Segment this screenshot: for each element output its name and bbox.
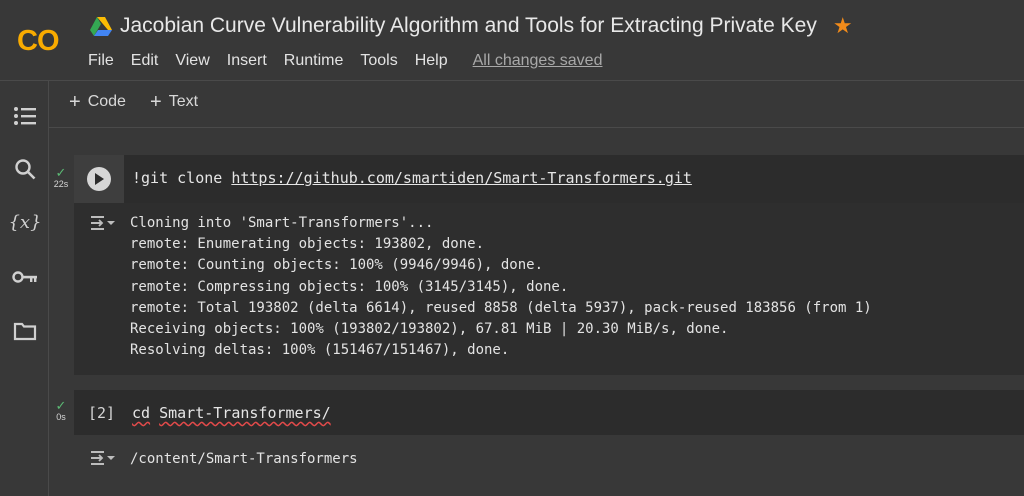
cell-status: ✓ 0s (48, 398, 74, 422)
left-sidebar: {x} (0, 81, 49, 496)
output-line: remote: Compressing objects: 100% (3145/… (130, 278, 569, 295)
output-line: Resolving deltas: 100% (151467/151467), … (130, 342, 510, 359)
variables-label: {x} (8, 211, 42, 233)
add-code-cell-button[interactable]: + Code (69, 91, 126, 113)
cell-output: Cloning into 'Smart-Transformers'... remo… (74, 203, 1024, 375)
menu-tools[interactable]: Tools (358, 52, 405, 70)
code-command: !git clone (132, 169, 232, 187)
output-text: Cloning into 'Smart-Transformers'... remo… (130, 213, 872, 361)
table-of-contents-icon[interactable] (12, 103, 38, 129)
output-toggle-icon[interactable] (90, 214, 116, 232)
menu-runtime[interactable]: Runtime (282, 52, 352, 70)
svg-text:CO: CO (17, 25, 59, 56)
code-editor[interactable]: !git clone https://github.com/smartiden/… (132, 169, 692, 187)
colab-logo[interactable]: CO (16, 22, 68, 56)
title-row: Jacobian Curve Vulnerability Algorithm a… (90, 14, 853, 38)
output-line: Cloning into 'Smart-Transformers'... (130, 215, 434, 231)
search-icon[interactable] (12, 156, 38, 182)
menu-bar: File Edit View Insert Runtime Tools Help… (86, 52, 602, 70)
menu-view[interactable]: View (173, 52, 217, 70)
notebook-toolbar: + Code + Text (49, 81, 1024, 128)
output-line: remote: Enumerating objects: 193802, don… (130, 236, 485, 253)
code-cell[interactable]: !git clone https://github.com/smartiden/… (74, 155, 1024, 203)
execution-count[interactable]: [2] (88, 404, 115, 422)
cell-output: /content/Smart-Transformers (74, 437, 1024, 481)
output-line: remote: Counting objects: 100% (9946/994… (130, 257, 544, 274)
success-check-icon: ✓ (55, 165, 67, 180)
menu-help[interactable]: Help (413, 52, 456, 70)
output-line: /content/Smart-Transformers (130, 451, 358, 467)
execution-time: 0s (56, 412, 66, 422)
play-icon (87, 167, 111, 191)
plus-icon: + (150, 91, 162, 113)
code-cell[interactable]: [2] cd Smart-Transformers/ (74, 390, 1024, 435)
output-toggle-icon[interactable] (90, 449, 116, 467)
header-bar: CO Jacobian Curve Vulnerability Algorith… (0, 0, 1024, 81)
execution-time: 22s (53, 179, 69, 189)
success-check-icon: ✓ (55, 398, 67, 413)
code-argument: Smart-Transformers/ (159, 404, 331, 422)
notebook-title[interactable]: Jacobian Curve Vulnerability Algorithm a… (120, 14, 817, 38)
star-icon[interactable]: ★ (833, 15, 853, 37)
run-cell-button[interactable] (74, 155, 124, 203)
google-drive-icon[interactable] (90, 16, 112, 36)
secrets-key-icon[interactable] (12, 264, 38, 290)
menu-edit[interactable]: Edit (129, 52, 167, 70)
save-status-link[interactable]: All changes saved (473, 52, 603, 70)
output-line: remote: Total 193802 (delta 6614), reuse… (130, 299, 872, 316)
add-text-cell-button[interactable]: + Text (150, 91, 199, 113)
output-line: Receiving objects: 100% (193802/193802),… (130, 321, 729, 338)
code-command: cd (132, 404, 151, 422)
cell-status: ✓ 22s (48, 165, 74, 189)
files-folder-icon[interactable] (12, 318, 38, 344)
add-text-label: Text (168, 93, 199, 110)
code-editor[interactable]: cd Smart-Transformers/ (132, 404, 331, 422)
plus-icon: + (69, 91, 81, 113)
output-text: /content/Smart-Transformers (130, 449, 358, 470)
add-code-label: Code (87, 93, 126, 110)
repo-url[interactable]: https://github.com/smartiden/Smart-Trans… (231, 169, 692, 187)
menu-insert[interactable]: Insert (225, 52, 275, 70)
variables-icon[interactable]: {x} (8, 209, 41, 235)
menu-file[interactable]: File (86, 52, 122, 70)
